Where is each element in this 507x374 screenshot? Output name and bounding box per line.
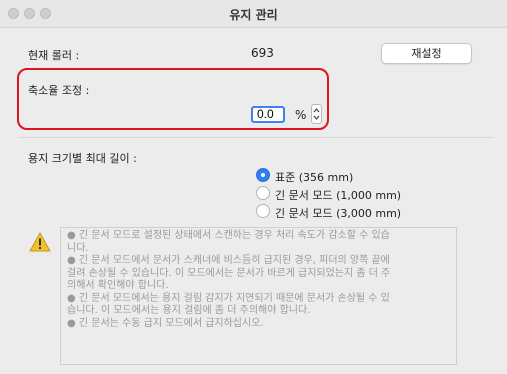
section-divider <box>18 137 494 138</box>
radio-long-3000-label[interactable]: 긴 문서 모드 (3,000 mm) <box>275 205 401 221</box>
warning-line: ● 긴 문서 모드에서는 용지 걸림 감지가 지연되기 때문에 문서가 손상될 … <box>67 292 390 304</box>
scale-stepper[interactable] <box>311 104 322 124</box>
radio-long-1000-label[interactable]: 긴 문서 모드 (1,000 mm) <box>275 187 401 203</box>
roller-label: 현재 롤러 : <box>28 49 80 62</box>
warning-triangle-icon <box>29 232 51 252</box>
stepper-arrows-icon <box>313 108 320 120</box>
paper-length-label: 용지 크기별 최대 길이 : <box>28 152 137 165</box>
scale-label: 축소율 조정 : <box>28 84 90 97</box>
warning-line: 니다. <box>67 242 89 254</box>
radio-standard[interactable] <box>256 168 270 182</box>
radio-long-3000[interactable] <box>256 204 270 218</box>
warning-line: ● 긴 문서 모드로 설정된 상태에서 스캔하는 경우 처리 속도가 감소할 수… <box>67 230 390 241</box>
radio-long-1000[interactable] <box>256 186 270 200</box>
scale-input[interactable]: 0.0 <box>251 106 285 123</box>
warning-line: 습니다. 이 모드에서는 용지 걸림에 좀 더 주의해야 합니다. <box>67 305 311 316</box>
window-title: 유지 관리 <box>229 8 278 22</box>
scale-unit: % <box>295 108 307 122</box>
reset-button[interactable]: 재설정 <box>381 43 472 64</box>
radio-standard-label[interactable]: 표준 (356 mm) <box>275 169 353 185</box>
warning-line: 의해서 확인해야 합니다. <box>67 280 169 291</box>
warning-line: 걸려 손상될 수 있습니다. 이 모드에서는 문서가 바르게 급지되었는지 좀 … <box>67 267 391 279</box>
warning-text-box: ● 긴 문서 모드로 설정된 상태에서 스캔하는 경우 처리 속도가 감소할 수… <box>60 227 457 365</box>
title-bar: 유지 관리 <box>0 0 507 28</box>
warning-line: ● 긴 문서 모드에서 문서가 스캐너에 비스듬히 급지된 경우, 피더의 양쪽… <box>67 255 390 266</box>
warning-line: ● 긴 문서는 수동 급지 모드에서 급지하십시오. <box>67 317 264 329</box>
roller-value: 693 <box>251 46 274 60</box>
